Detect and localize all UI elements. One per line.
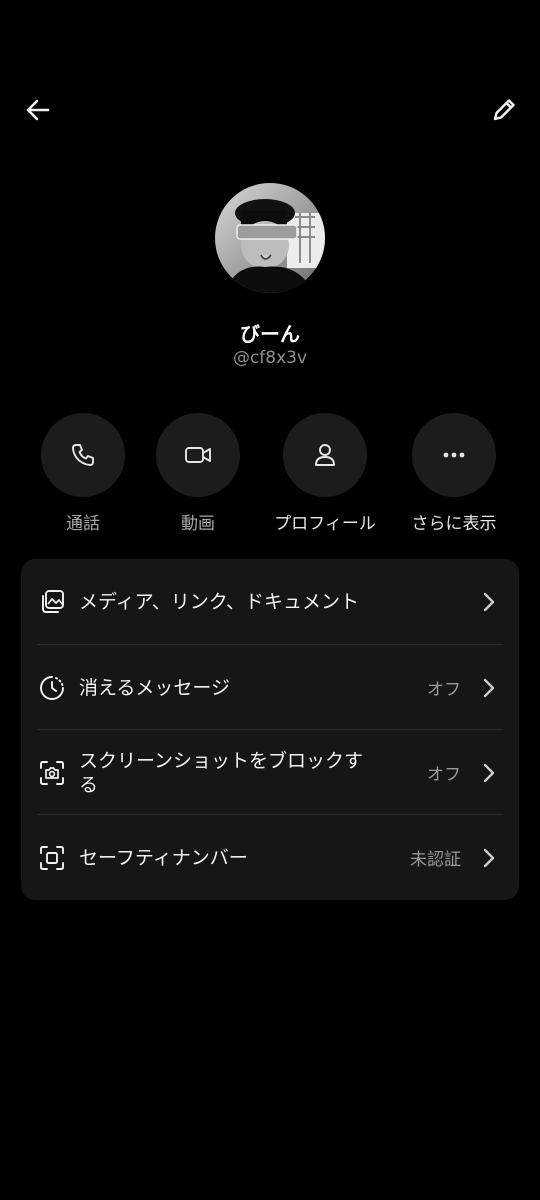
- block-screenshots-label-line1: スクリーンショットをブロックす: [79, 749, 364, 772]
- chevron-right-icon: [481, 761, 497, 785]
- call-label: 通話: [66, 514, 100, 534]
- arrow-left-icon: [26, 99, 50, 121]
- chevron-right-icon: [481, 676, 497, 700]
- profile-handle: @cf8x3v: [232, 348, 308, 368]
- block-screenshots-label: スクリーンショットをブロックす る: [79, 749, 363, 797]
- profile-label: プロフィール: [274, 514, 376, 534]
- video-icon: [185, 447, 211, 463]
- avatar[interactable]: [215, 183, 325, 293]
- safety-scan-icon: [37, 843, 67, 873]
- edit-button[interactable]: [488, 94, 520, 126]
- pencil-icon: [493, 99, 515, 121]
- more-label: さらに表示: [411, 514, 497, 534]
- media-links-label: メディア、リンク、ドキュメント: [79, 590, 360, 613]
- more-action[interactable]: さらに表示: [389, 413, 519, 534]
- video-button[interactable]: [156, 413, 240, 497]
- block-screenshots-value: オフ: [427, 765, 461, 785]
- video-action[interactable]: 動画: [133, 413, 263, 534]
- chevron-right-icon: [481, 590, 497, 614]
- media-links-row[interactable]: メディア、リンク、ドキュメント: [21, 559, 519, 644]
- safety-number-row[interactable]: セーフティナンバー 未認証: [21, 815, 519, 900]
- profile-action[interactable]: プロフィール: [260, 413, 390, 534]
- person-icon: [315, 444, 335, 466]
- avatar-photo: [215, 183, 325, 293]
- block-screenshots-label-line2: る: [79, 773, 99, 796]
- action-buttons: 通話 動画 プロフィール さらに表示: [0, 413, 540, 534]
- media-gallery-icon: [37, 587, 67, 617]
- disappearing-messages-value: オフ: [427, 680, 461, 700]
- profile-button[interactable]: [283, 413, 367, 497]
- disappearing-messages-row[interactable]: 消えるメッセージ オフ: [21, 645, 519, 730]
- back-button[interactable]: [22, 94, 54, 126]
- call-action[interactable]: 通話: [18, 413, 148, 534]
- profile-name: びーん: [240, 322, 300, 346]
- more-dots-icon: [443, 452, 465, 458]
- block-screenshots-row[interactable]: スクリーンショットをブロックす る オフ: [21, 730, 519, 815]
- safety-number-value: 未認証: [410, 850, 461, 870]
- phone-icon: [72, 444, 94, 466]
- disappearing-timer-icon: [37, 673, 67, 703]
- safety-number-label: セーフティナンバー: [79, 846, 248, 869]
- call-button[interactable]: [41, 413, 125, 497]
- more-button[interactable]: [412, 413, 496, 497]
- screenshot-camera-icon: [37, 758, 67, 788]
- video-label: 動画: [181, 514, 215, 534]
- disappearing-messages-label: 消えるメッセージ: [79, 676, 231, 699]
- chevron-right-icon: [481, 846, 497, 870]
- settings-card: メディア、リンク、ドキュメント 消えるメッセージ オフ スクリーンショットをブロ…: [21, 559, 519, 900]
